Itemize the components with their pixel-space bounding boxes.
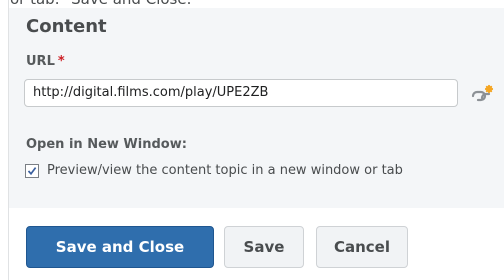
url-input[interactable]: http://digital.films.com/play/UPE2ZB [24,79,458,107]
open-new-window-option: Preview/view the content topic in a new … [25,163,403,178]
url-label: URL * [26,54,65,69]
url-label-text: URL [26,54,55,69]
open-new-window-checkbox[interactable] [25,163,39,178]
save-and-close-button[interactable]: Save and Close [26,226,214,268]
open-new-window-checkbox-text: Preview/view the content topic in a new … [47,163,403,178]
checkmark-icon [27,166,37,175]
quicklink-picker-button[interactable] [470,81,496,107]
content-editor: or tab." Save and Close. Content URL* ht… [0,0,504,280]
open-new-window-label: Open in New Window: [26,137,187,152]
clipped-instruction-text: or tab." Save and Close. [10,0,191,8]
section-heading: Content [26,16,107,37]
content-panel [9,8,504,208]
cancel-button[interactable]: Cancel [316,226,408,268]
save-button[interactable]: Save [224,226,304,268]
required-marker: * [57,54,65,69]
quicklink-picker-icon [471,84,494,102]
